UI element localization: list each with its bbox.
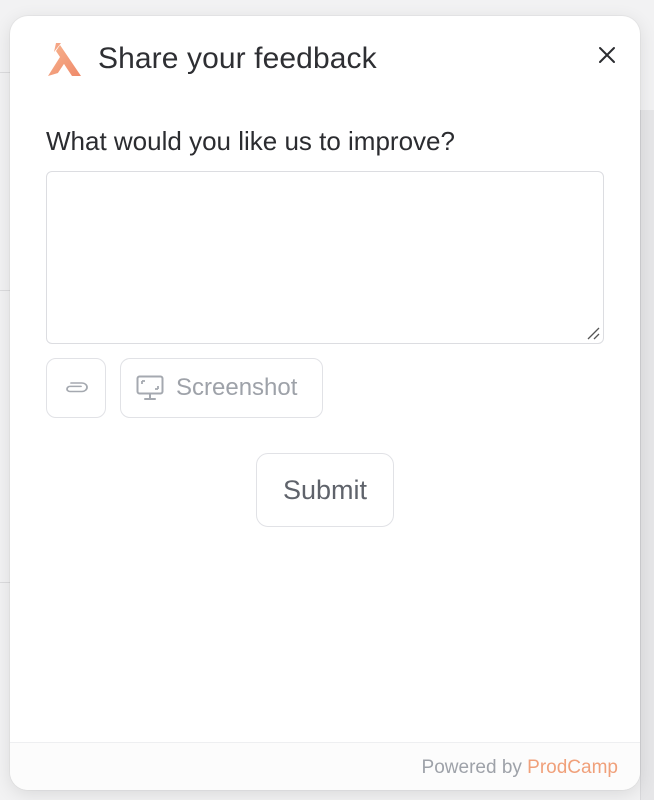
attach-file-button[interactable]: [46, 358, 106, 418]
question-label: What would you like us to improve?: [46, 126, 455, 156]
modal-footer: Powered by ProdCamp: [10, 742, 640, 790]
prodcamp-logo-icon: [48, 43, 81, 76]
monitor-screenshot-icon: [136, 375, 164, 400]
submit-button[interactable]: Submit: [256, 453, 394, 527]
paperclip-icon: [66, 382, 88, 393]
backdrop-panel: [640, 110, 654, 800]
modal-header: Share your feedback: [46, 40, 377, 78]
backdrop-divider: [0, 582, 10, 583]
screenshot-button-label: Screenshot: [176, 374, 298, 401]
feedback-textarea[interactable]: [47, 172, 603, 343]
feedback-textarea-container: [46, 171, 604, 344]
prodcamp-link[interactable]: ProdCamp: [527, 757, 618, 778]
screenshot-button[interactable]: Screenshot: [120, 358, 323, 418]
resize-handle-icon[interactable]: [585, 325, 601, 341]
modal-title: Share your feedback: [98, 42, 377, 75]
close-icon: [599, 47, 615, 63]
powered-by-text: Powered by ProdCamp: [422, 757, 618, 779]
close-button[interactable]: [594, 42, 620, 68]
powered-by-prefix: Powered by: [421, 757, 522, 778]
backdrop-divider: [0, 290, 10, 291]
feedback-modal: Share your feedback What would you like …: [10, 16, 640, 790]
backdrop-divider: [0, 72, 10, 73]
